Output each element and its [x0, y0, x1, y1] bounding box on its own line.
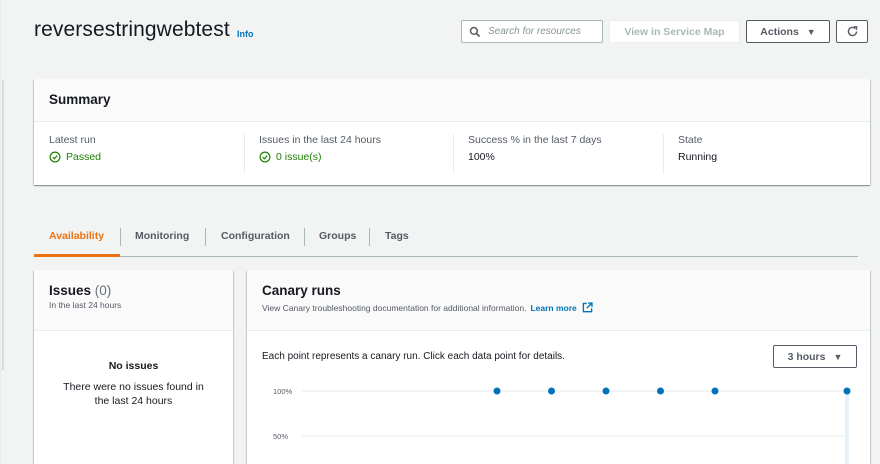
search-placeholder: Search for resources [488, 26, 581, 37]
canary-run-point[interactable] [843, 387, 851, 395]
summary-success: Success % in the last 7 days 100% [468, 134, 602, 163]
actions-label: Actions [760, 25, 799, 38]
time-range-dropdown[interactable]: 3 hours ▼ [773, 345, 857, 368]
tab-tags[interactable]: Tags [385, 230, 409, 242]
caret-down-icon: ▼ [833, 351, 843, 362]
tab-separator [205, 228, 206, 246]
no-issues-title: No issues [108, 360, 159, 372]
canary-runs-panel: Canary runs View Canary troubleshooting … [247, 270, 870, 464]
tab-groups[interactable]: Groups [319, 230, 356, 242]
time-range-value: 3 hours [787, 350, 826, 363]
issues-count: (0) [94, 283, 112, 298]
search-input[interactable]: Search for resources [461, 20, 603, 43]
canary-run-point[interactable] [602, 387, 610, 395]
y-tick-label: 100% [273, 387, 293, 396]
canary-runs-subtitle: View Canary troubleshooting documentatio… [262, 302, 855, 313]
summary-issues: Issues in the last 24 hours 0 issue(s) [259, 134, 381, 163]
view-in-service-map-button[interactable]: View in Service Map [609, 20, 740, 43]
issues-24h-count: 0 issue(s) [276, 151, 322, 163]
issues-24h-value[interactable]: 0 issue(s) [259, 151, 381, 163]
issues-panel: Issues (0) In the last 24 hours No issue… [34, 270, 233, 464]
summary-divider [244, 134, 245, 174]
canary-run-point[interactable] [493, 387, 501, 395]
state-value: Running [678, 151, 718, 163]
tab-separator [304, 228, 305, 246]
summary-divider [663, 134, 664, 174]
issues-title-text: Issues [49, 283, 92, 298]
caret-down-icon: ▼ [806, 26, 816, 37]
latest-run-value: Passed [49, 151, 101, 163]
refresh-icon [847, 26, 858, 37]
tab-configuration[interactable]: Configuration [221, 230, 290, 242]
check-circle-icon [49, 151, 61, 163]
tab-availability[interactable]: Availability [49, 230, 104, 242]
active-tab-indicator [34, 254, 120, 257]
rail-scroll-track [2, 80, 4, 370]
learn-more-link[interactable]: Learn more [530, 303, 576, 313]
latest-run-status: Passed [66, 151, 102, 163]
actions-button[interactable]: Actions ▼ [746, 20, 830, 43]
refresh-button[interactable] [836, 20, 868, 43]
success-7d-label: Success % in the last 7 days [468, 134, 602, 146]
summary-title: Summary [34, 79, 870, 122]
latest-run-label: Latest run [49, 134, 96, 146]
issues-panel-title: Issues (0) [49, 283, 218, 298]
tab-monitoring[interactable]: Monitoring [135, 230, 189, 242]
page-title: reversestringwebtest [34, 18, 230, 41]
no-issues-text: There were no issues found in the last 2… [63, 381, 204, 407]
canary-run-point[interactable] [711, 387, 719, 395]
canary-runs-subtitle-text: View Canary troubleshooting documentatio… [262, 302, 527, 313]
latest-run-highlight [845, 391, 849, 464]
canary-run-point[interactable] [548, 387, 555, 395]
check-circle-icon [259, 151, 271, 163]
canary-runs-title: Canary runs [262, 283, 341, 298]
canary-runs-description: Each point represents a canary run. Clic… [262, 351, 565, 362]
y-tick-label: 50% [273, 432, 288, 441]
state-label: State [678, 134, 703, 146]
tab-bar: Availability Monitoring Configuration Gr… [34, 218, 858, 257]
summary-panel: Summary Latest run Passed Issues in the … [34, 79, 870, 185]
left-rail [0, 0, 6, 464]
canary-run-point[interactable] [657, 387, 664, 395]
rail-edge [0, 0, 1, 464]
info-link[interactable]: Info [237, 29, 254, 39]
tab-separator [369, 228, 370, 246]
tab-separator [120, 228, 121, 246]
summary-latest-run: Latest run Passed [49, 134, 101, 163]
summary-state: State Running [678, 134, 717, 163]
view-in-service-map-label: View in Service Map [624, 25, 725, 38]
success-7d-value: 100% [468, 151, 495, 163]
summary-divider [453, 134, 454, 174]
canary-runs-chart: 100% 50% [273, 387, 851, 464]
search-icon [469, 26, 481, 37]
issues-24h-label: Issues in the last 24 hours [259, 134, 381, 146]
external-link-icon[interactable] [582, 302, 593, 313]
issues-panel-subtitle: In the last 24 hours [49, 300, 122, 310]
